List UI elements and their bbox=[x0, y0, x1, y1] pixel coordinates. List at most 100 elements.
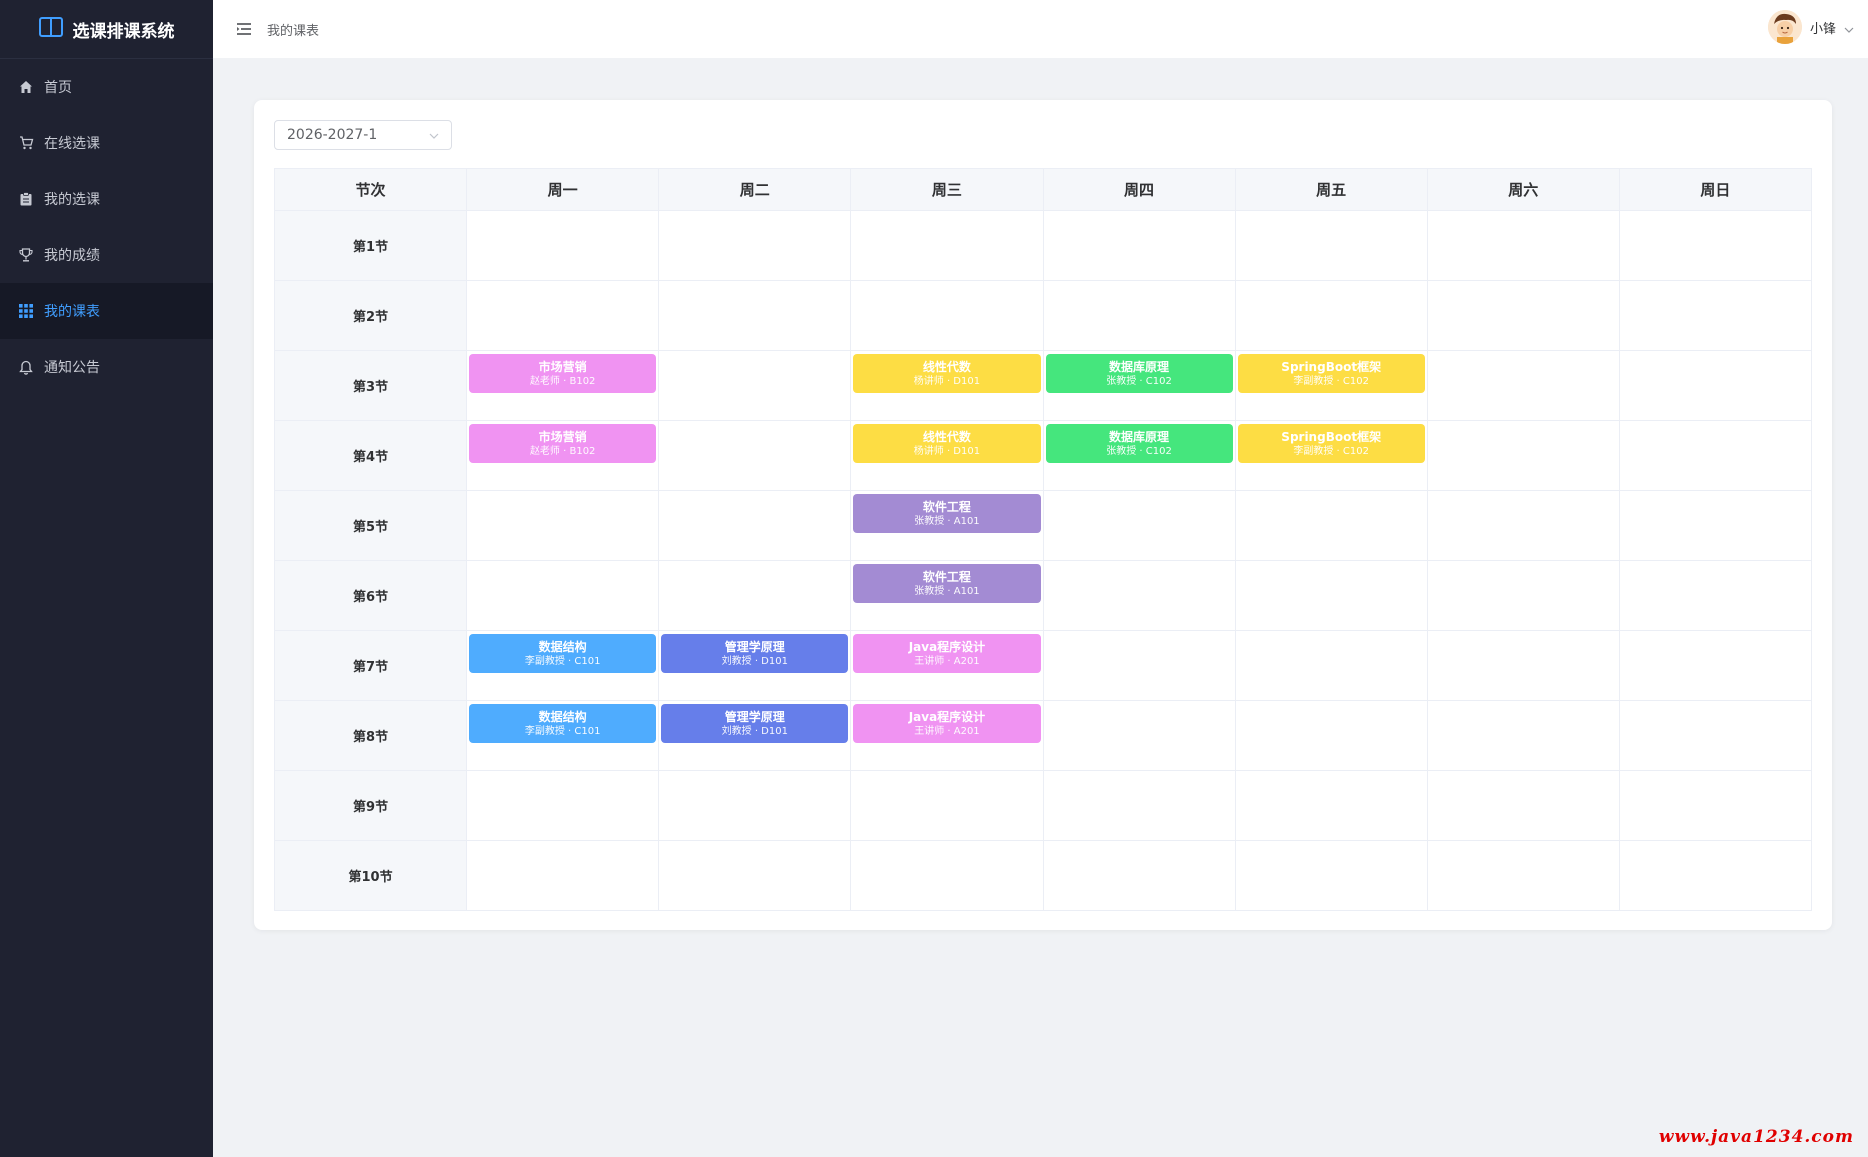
timetable-cell bbox=[658, 490, 852, 561]
timetable-cell bbox=[1618, 490, 1813, 561]
timetable-cell bbox=[658, 840, 852, 911]
course-name: Java程序设计 bbox=[908, 709, 986, 724]
course-block[interactable]: 管理学原理 刘教授 · D101 bbox=[661, 704, 849, 743]
book-icon bbox=[38, 16, 63, 42]
timetable-row: 第6节 软件工程 张教授 · A101 bbox=[273, 560, 1813, 631]
menu-toggle-icon[interactable] bbox=[235, 20, 253, 38]
day-header: 周三 bbox=[850, 168, 1044, 211]
timetable-cell bbox=[1426, 350, 1620, 421]
timetable-cell bbox=[850, 210, 1044, 281]
timetable-cell: 线性代数 杨讲师 · D101 bbox=[850, 420, 1044, 491]
term-select[interactable]: 2026-2027-1 bbox=[274, 120, 452, 150]
course-block[interactable]: 数据库原理 张教授 · C102 bbox=[1045, 354, 1233, 393]
sidebar-item-label: 我的成绩 bbox=[44, 248, 100, 264]
timetable-cell: 软件工程 张教授 · A101 bbox=[850, 560, 1044, 631]
sidebar-item-course-selection[interactable]: 在线选课 bbox=[0, 115, 213, 171]
timetable-cell bbox=[1426, 700, 1620, 771]
brand: 选课排课系统 bbox=[0, 0, 213, 59]
user-menu[interactable]: 小锋 bbox=[1767, 10, 1854, 44]
course-teacher-room: 李副教授 · C102 bbox=[1293, 445, 1369, 457]
course-block[interactable]: 数据库原理 张教授 · C102 bbox=[1045, 424, 1233, 463]
course-name: SpringBoot框架 bbox=[1281, 359, 1382, 374]
course-block[interactable]: 管理学原理 刘教授 · D101 bbox=[661, 634, 849, 673]
course-teacher-room: 王讲师 · A201 bbox=[914, 655, 980, 667]
timetable-row: 第7节 数据结构 李副教授 · C101 管理学原理 刘教授 · D101 Java程序设… bbox=[273, 630, 1813, 701]
chevron-down-icon[interactable] bbox=[1844, 18, 1854, 37]
course-teacher-room: 杨讲师 · D101 bbox=[913, 375, 981, 387]
course-block[interactable]: SpringBoot框架 李副教授 · C102 bbox=[1237, 354, 1425, 393]
timetable-cell bbox=[1234, 560, 1428, 631]
sidebar-item-home[interactable]: 首页 bbox=[0, 59, 213, 115]
course-block[interactable]: 软件工程 张教授 · A101 bbox=[853, 494, 1041, 533]
timetable-row: 第2节 bbox=[273, 280, 1813, 351]
period-label: 第2节 bbox=[273, 280, 468, 351]
timetable-row: 第10节 bbox=[273, 840, 1813, 911]
timetable-cell bbox=[1618, 350, 1813, 421]
period-label: 第8节 bbox=[273, 700, 468, 771]
course-teacher-room: 张教授 · A101 bbox=[914, 515, 980, 527]
course-name: 线性代数 bbox=[922, 429, 971, 444]
course-name: 数据结构 bbox=[538, 709, 587, 724]
sidebar: 选课排课系统 首页 在线选课 我的选课 我的成绩 我的课表 通知公告 bbox=[0, 0, 213, 1157]
course-block[interactable]: 数据结构 李副教授 · C101 bbox=[469, 704, 657, 743]
timetable-cell bbox=[1618, 840, 1813, 911]
course-name: 数据结构 bbox=[538, 639, 587, 654]
course-block[interactable]: Java程序设计 王讲师 · A201 bbox=[853, 704, 1041, 743]
course-block[interactable]: 市场营销 赵老师 · B102 bbox=[469, 354, 657, 393]
course-block[interactable]: 市场营销 赵老师 · B102 bbox=[469, 424, 657, 463]
timetable-cell: 市场营销 赵老师 · B102 bbox=[466, 350, 660, 421]
timetable-card: 2026-2027-1 节次 周一 周二 周三 周四 周五 周六 周日 第1节第… bbox=[254, 100, 1832, 930]
course-block[interactable]: SpringBoot框架 李副教授 · C102 bbox=[1237, 424, 1425, 463]
sidebar-item-label: 通知公告 bbox=[44, 360, 100, 376]
period-column-header: 节次 bbox=[273, 168, 468, 211]
day-header: 周五 bbox=[1234, 168, 1428, 211]
timetable-cell: Java程序设计 王讲师 · A201 bbox=[850, 700, 1044, 771]
timetable-cell: 线性代数 杨讲师 · D101 bbox=[850, 350, 1044, 421]
sidebar-item-notices[interactable]: 通知公告 bbox=[0, 339, 213, 395]
course-block[interactable]: Java程序设计 王讲师 · A201 bbox=[853, 634, 1041, 673]
day-header: 周四 bbox=[1042, 168, 1236, 211]
course-name: Java程序设计 bbox=[908, 639, 986, 654]
course-block[interactable]: 线性代数 杨讲师 · D101 bbox=[853, 354, 1041, 393]
period-label: 第10节 bbox=[273, 840, 468, 911]
timetable-cell: 数据结构 李副教授 · C101 bbox=[466, 700, 660, 771]
period-label: 第6节 bbox=[273, 560, 468, 631]
timetable-row: 第9节 bbox=[273, 770, 1813, 841]
course-name: 软件工程 bbox=[922, 499, 971, 514]
course-block[interactable]: 数据结构 李副教授 · C101 bbox=[469, 634, 657, 673]
timetable-cell bbox=[1234, 280, 1428, 351]
grid-icon bbox=[18, 303, 34, 319]
bell-icon bbox=[18, 359, 34, 375]
avatar[interactable] bbox=[1767, 10, 1802, 44]
timetable-cell bbox=[1042, 840, 1236, 911]
sidebar-item-my-timetable[interactable]: 我的课表 bbox=[0, 283, 213, 339]
course-block[interactable]: 线性代数 杨讲师 · D101 bbox=[853, 424, 1041, 463]
timetable-cell bbox=[658, 280, 852, 351]
chevron-down-icon bbox=[429, 127, 439, 143]
sidebar-item-my-grades[interactable]: 我的成绩 bbox=[0, 227, 213, 283]
sidebar-item-my-courses[interactable]: 我的选课 bbox=[0, 171, 213, 227]
timetable-cell bbox=[658, 420, 852, 491]
timetable-cell bbox=[1426, 840, 1620, 911]
course-teacher-room: 李副教授 · C101 bbox=[524, 655, 601, 667]
period-label: 第1节 bbox=[273, 210, 468, 281]
course-teacher-room: 李副教授 · C101 bbox=[524, 725, 601, 737]
timetable-header-row: 节次 周一 周二 周三 周四 周五 周六 周日 bbox=[273, 168, 1813, 211]
course-block[interactable]: 软件工程 张教授 · A101 bbox=[853, 564, 1041, 603]
period-label: 第9节 bbox=[273, 770, 468, 841]
timetable-cell bbox=[1042, 700, 1236, 771]
trophy-icon bbox=[18, 247, 34, 263]
course-teacher-room: 张教授 · C102 bbox=[1106, 445, 1172, 457]
timetable-cell bbox=[466, 560, 660, 631]
timetable-cell bbox=[1618, 280, 1813, 351]
course-name: SpringBoot框架 bbox=[1281, 429, 1382, 444]
timetable-cell: SpringBoot框架 李副教授 · C102 bbox=[1234, 350, 1428, 421]
timetable-cell: Java程序设计 王讲师 · A201 bbox=[850, 630, 1044, 701]
day-header: 周六 bbox=[1426, 168, 1620, 211]
timetable-cell bbox=[466, 840, 660, 911]
timetable-cell bbox=[1618, 770, 1813, 841]
sidebar-menu: 首页 在线选课 我的选课 我的成绩 我的课表 通知公告 bbox=[0, 59, 213, 395]
course-name: 市场营销 bbox=[538, 429, 587, 444]
timetable-cell bbox=[1618, 560, 1813, 631]
timetable-cell bbox=[850, 280, 1044, 351]
